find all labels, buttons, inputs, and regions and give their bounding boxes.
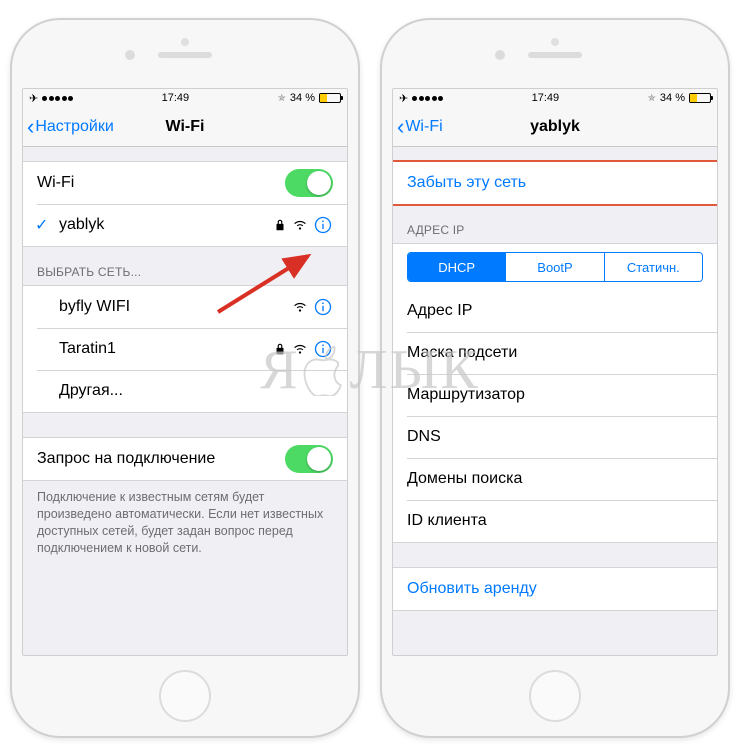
row-label: Маска подсети	[407, 344, 703, 362]
row-label: ID клиента	[407, 512, 703, 530]
nav-bar: ‹ Настройки Wi-Fi	[23, 107, 347, 147]
network-label: byfly WIFI	[59, 298, 293, 316]
network-label: Taratin1	[59, 340, 273, 358]
forget-label: Забыть эту сеть	[407, 174, 703, 192]
bluetooth-icon: ✯	[648, 93, 656, 104]
wifi-icon	[293, 300, 307, 314]
ask-group: Запрос на подключение	[23, 437, 347, 481]
phone-left: ✈ 17:49 ✯ 34 % ‹ Настройки Wi-Fi Wi-Fi	[10, 18, 360, 738]
back-label: Wi-Fi	[405, 118, 442, 136]
network-row[interactable]: Taratin1	[23, 328, 347, 370]
renew-label: Обновить аренду	[407, 580, 703, 598]
info-icon[interactable]	[313, 339, 333, 359]
bluetooth-icon: ✯	[278, 93, 286, 104]
search-domains-row[interactable]: Домены поиска	[393, 458, 717, 500]
row-label: Адрес IP	[407, 302, 703, 320]
wifi-label: Wi-Fi	[37, 174, 285, 192]
client-id-row[interactable]: ID клиента	[393, 500, 717, 542]
checkmark-icon: ✓	[35, 215, 48, 235]
row-label: DNS	[407, 428, 703, 446]
screen-wifi-list: ✈ 17:49 ✯ 34 % ‹ Настройки Wi-Fi Wi-Fi	[22, 88, 348, 656]
phone-sensor	[551, 38, 559, 46]
phone-camera	[495, 50, 505, 60]
other-label: Другая...	[59, 382, 333, 400]
network-row[interactable]: byfly WIFI	[23, 286, 347, 328]
phone-speaker	[158, 52, 212, 58]
signal-dots-icon	[412, 96, 443, 101]
wifi-icon	[293, 342, 307, 356]
dns-row[interactable]: DNS	[393, 416, 717, 458]
status-time: 17:49	[532, 92, 560, 104]
info-icon[interactable]	[313, 297, 333, 317]
battery-pct: 34 %	[660, 92, 685, 104]
ask-label: Запрос на подключение	[37, 450, 285, 468]
signal-dots-icon	[42, 96, 73, 101]
subnet-mask-row[interactable]: Маска подсети	[393, 332, 717, 374]
ask-switch[interactable]	[285, 445, 333, 473]
row-label: Маршрутизатор	[407, 386, 703, 404]
settings-content[interactable]: Wi-Fi ✓ yablyk	[23, 147, 347, 655]
renew-lease-row[interactable]: Обновить аренду	[393, 568, 717, 610]
seg-dhcp[interactable]: DHCP	[408, 253, 505, 281]
connected-network-row[interactable]: ✓ yablyk	[23, 204, 347, 246]
nav-bar: ‹ Wi-Fi yablyk	[393, 107, 717, 147]
phone-sensor	[181, 38, 189, 46]
ip-mode-segmented[interactable]: DHCP BootP Статичн.	[407, 252, 703, 282]
lock-icon	[273, 342, 287, 356]
ip-address-row[interactable]: Адрес IP	[393, 290, 717, 332]
ip-group: DHCP BootP Статичн. Адрес IP Маска подсе…	[393, 243, 717, 543]
back-button[interactable]: ‹ Wi-Fi	[393, 116, 443, 138]
lock-icon	[273, 218, 287, 232]
back-button[interactable]: ‹ Настройки	[23, 116, 114, 138]
battery-pct: 34 %	[290, 92, 315, 104]
home-button[interactable]	[159, 670, 211, 722]
phone-right: ✈ 17:49 ✯ 34 % ‹ Wi-Fi yablyk Забыть эту…	[380, 18, 730, 738]
renew-group: Обновить аренду	[393, 567, 717, 611]
wifi-toggle-row[interactable]: Wi-Fi	[23, 162, 347, 204]
chevron-left-icon: ‹	[397, 116, 404, 138]
forget-network-row[interactable]: Забыть эту сеть	[393, 162, 717, 204]
status-bar: ✈ 17:49 ✯ 34 %	[393, 89, 717, 107]
chevron-left-icon: ‹	[27, 116, 34, 138]
screen-network-detail: ✈ 17:49 ✯ 34 % ‹ Wi-Fi yablyk Забыть эту…	[392, 88, 718, 656]
phone-speaker	[528, 52, 582, 58]
battery-icon	[319, 93, 341, 103]
wifi-icon	[293, 218, 307, 232]
status-time: 17:49	[162, 92, 190, 104]
networks-group: byfly WIFI Taratin1 Другая...	[23, 285, 347, 413]
row-label: Домены поиска	[407, 470, 703, 488]
router-row[interactable]: Маршрутизатор	[393, 374, 717, 416]
other-network-row[interactable]: Другая...	[23, 370, 347, 412]
airplane-icon: ✈	[399, 92, 408, 105]
ip-address-header: АДРЕС IP	[393, 205, 717, 243]
connected-label: yablyk	[59, 216, 273, 234]
airplane-icon: ✈	[29, 92, 38, 105]
home-button[interactable]	[529, 670, 581, 722]
status-bar: ✈ 17:49 ✯ 34 %	[23, 89, 347, 107]
ask-footer-note: Подключение к известным сетям будет прои…	[23, 481, 347, 571]
choose-network-header: ВЫБРАТЬ СЕТЬ...	[23, 247, 347, 285]
battery-icon	[689, 93, 711, 103]
detail-content[interactable]: Забыть эту сеть АДРЕС IP DHCP BootP Стат…	[393, 147, 717, 655]
info-icon[interactable]	[313, 215, 333, 235]
phone-camera	[125, 50, 135, 60]
wifi-switch[interactable]	[285, 169, 333, 197]
forget-network-group: Забыть эту сеть	[393, 161, 717, 205]
wifi-toggle-group: Wi-Fi ✓ yablyk	[23, 161, 347, 247]
ask-to-join-row[interactable]: Запрос на подключение	[23, 438, 347, 480]
seg-bootp[interactable]: BootP	[505, 253, 603, 281]
seg-static[interactable]: Статичн.	[604, 253, 702, 281]
back-label: Настройки	[35, 118, 113, 136]
